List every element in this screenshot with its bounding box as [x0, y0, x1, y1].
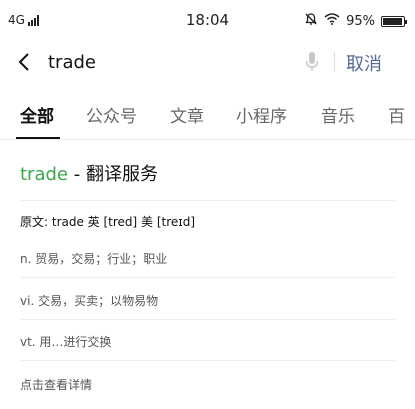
- voice-input-button[interactable]: [302, 50, 322, 74]
- definition-intransitive-verb: vi. 交易，买卖；以物易物: [20, 294, 159, 308]
- active-tab-indicator: [16, 137, 60, 139]
- definition-transitive-verb: vt. 用…进行交换: [20, 335, 112, 349]
- search-bar: 取消: [0, 40, 415, 86]
- tab-music[interactable]: 音乐: [321, 102, 355, 127]
- divider: [20, 200, 395, 201]
- status-bar: 4G 18:04 95%: [0, 0, 415, 40]
- battery-percent: 95%: [346, 13, 375, 29]
- original-word-pronunciation: 原文: trade 英 [tred] 美 [treɪd]: [20, 215, 196, 229]
- microphone-icon: [305, 52, 319, 71]
- divider: [20, 277, 395, 278]
- wifi-icon: [324, 13, 340, 29]
- back-button[interactable]: [12, 50, 36, 74]
- cancel-button[interactable]: 取消: [346, 50, 382, 76]
- search-category-tabs: 全部 公众号 文章 小程序 音乐 百: [0, 92, 415, 140]
- view-details-link[interactable]: 点击查看详情: [20, 376, 92, 393]
- result-service-label: - 翻译服务: [68, 164, 158, 185]
- battery-fill: [383, 17, 402, 25]
- tab-all[interactable]: 全部: [20, 102, 54, 127]
- chevron-left-icon: [18, 53, 29, 71]
- battery-icon: [381, 15, 407, 27]
- bell-off-icon: [304, 12, 318, 30]
- status-right: 95%: [304, 12, 407, 30]
- search-input[interactable]: [48, 48, 288, 76]
- search-divider: [334, 52, 335, 72]
- result-keyword: trade: [20, 164, 68, 185]
- definition-noun: n. 贸易，交易；行业；职业: [20, 252, 168, 266]
- tab-mini-programs[interactable]: 小程序: [236, 102, 287, 127]
- tab-official-accounts[interactable]: 公众号: [86, 102, 137, 127]
- divider: [20, 319, 395, 320]
- tab-baike[interactable]: 百: [388, 102, 405, 127]
- divider: [20, 360, 395, 361]
- tab-articles[interactable]: 文章: [170, 102, 204, 127]
- translation-result-title[interactable]: trade - 翻译服务: [20, 160, 158, 186]
